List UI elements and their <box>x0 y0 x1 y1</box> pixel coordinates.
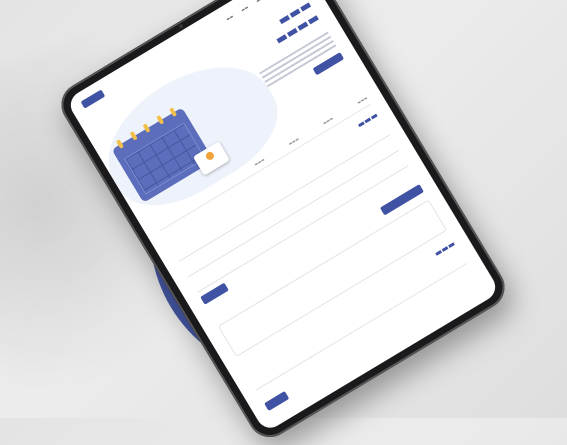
booking-section-title: ▬▬▬ <box>355 110 380 130</box>
login-button[interactable] <box>80 89 106 109</box>
camera <box>178 23 184 30</box>
clock-icon <box>204 150 216 162</box>
footer-button[interactable] <box>264 390 290 412</box>
nav-link[interactable]: ▬▬ <box>255 0 264 4</box>
nav-link[interactable]: ▬▬ <box>225 13 234 21</box>
nav-link[interactable]: ▬▬ <box>240 4 249 12</box>
contact-section-title: ▬▬▬ <box>432 238 457 259</box>
